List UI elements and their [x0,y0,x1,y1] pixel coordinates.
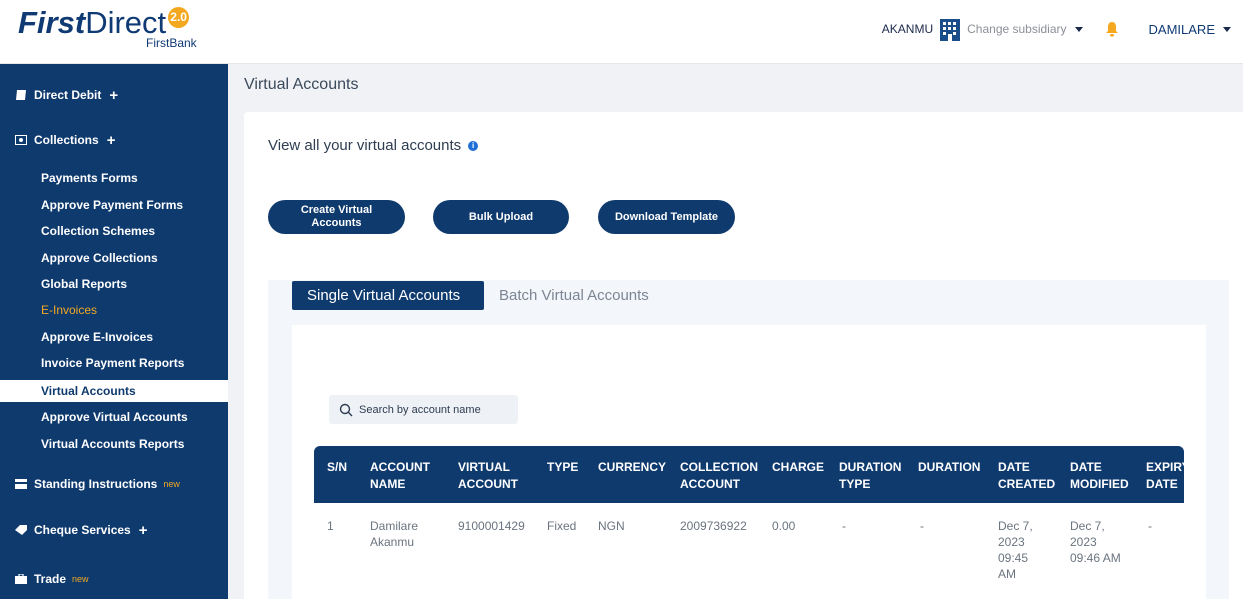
sidebar-item-e-invoices[interactable]: E-Invoices [0,299,228,321]
sidebar-group-trade[interactable]: Trade new [0,564,228,594]
tab-batch-virtual-accounts[interactable]: Batch Virtual Accounts [484,281,664,310]
cell-duration-type: - [842,519,846,533]
column-header-duration[interactable]: DURATION [918,459,980,476]
column-header-duration-type[interactable]: DURATION TYPE [839,459,901,493]
column-header-currency[interactable]: CURRENCY [598,459,666,476]
change-subsidiary-link[interactable]: Change subsidiary [967,22,1066,36]
sidebar-group-label: Collections [34,133,99,147]
logo-wordmark: FirstDirect 2.0 [18,6,198,40]
page-title: Virtual Accounts [244,76,359,93]
sidebar-item-approve-e-invoices[interactable]: Approve E-Invoices [0,326,228,348]
subtitle-text: View all your virtual accounts [268,137,462,154]
header-actions: AKANMU Change subsidiary DAMILARE [882,14,1243,44]
logo-subtitle: FirstBank [146,36,197,50]
tab-single-virtual-accounts[interactable]: Single Virtual Accounts [292,281,484,310]
column-header-date-modified[interactable]: DATE MODIFIED [1070,459,1129,493]
cash-icon [15,135,27,145]
card-icon [15,479,27,489]
building-icon [940,19,961,41]
sidebar-item-collection-schemes[interactable]: Collection Schemes [0,220,228,242]
new-badge: new [72,574,89,584]
column-header-date-created[interactable]: DATE CREATED [998,459,1055,493]
user-menu[interactable]: DAMILARE [1149,22,1215,37]
cell-currency: NGN [598,519,625,533]
subsidiary-name: AKANMU [881,22,934,36]
sidebar-group-label: Trade [34,572,67,586]
column-header-type[interactable]: TYPE [547,459,578,476]
sidebar-item-global-reports[interactable]: Global Reports [0,273,228,295]
search-icon [339,403,353,416]
column-header-collection-account[interactable]: COLLECTION ACCOUNT [680,459,758,493]
firstdirect-logo[interactable]: FirstDirect 2.0 FirstBank [18,6,198,58]
page-subtitle: View all your virtual accounts i [268,137,479,154]
expand-icon: + [109,86,119,104]
sidebar-group-label: Standing Instructions [34,477,158,491]
cell-date-created: Dec 7, 2023 09:45 AM [998,519,1033,581]
info-icon[interactable]: i [468,140,479,151]
sidebar-item-approve-payment-forms[interactable]: Approve Payment Forms [0,194,228,216]
create-virtual-accounts-button[interactable]: Create Virtual Accounts [268,200,405,234]
version-badge: 2.0 [168,7,190,28]
search-placeholder: Search by account name [359,403,481,416]
column-header-charge[interactable]: CHARGE [772,459,824,476]
expand-icon: + [106,131,116,149]
column-header-sn[interactable]: S/N [327,459,347,476]
cell-collection-account: 2009736922 [680,519,747,533]
cell-date-modified: Dec 7, 2023 09:46 AM [1070,519,1121,565]
sidebar-item-virtual-accounts-reports[interactable]: Virtual Accounts Reports [0,433,228,455]
sidebar-group-standing-instructions[interactable]: Standing Instructions new [0,469,228,499]
book-icon [16,90,26,100]
cell-expiry-date: - [1148,519,1152,533]
sidebar-item-invoice-payment-reports[interactable]: Invoice Payment Reports [0,352,228,374]
sidebar-item-payments-forms[interactable]: Payments Forms [0,167,228,189]
sidebar-item-approve-collections[interactable]: Approve Collections [0,247,228,269]
table-header: S/N ACCOUNT NAME VIRTUAL ACCOUNT TYPE CURR… [314,446,1184,503]
new-badge: new [163,479,180,489]
column-header-virtual-account[interactable]: VIRTUAL ACCOUNT [458,459,518,493]
cell-type: Fixed [547,519,577,533]
bell-icon[interactable] [1105,21,1119,37]
tag-icon [15,525,27,535]
sidebar-item-virtual-accounts[interactable]: Virtual Accounts [0,380,228,402]
cell-virtual-account: 9100001429 [458,519,525,533]
briefcase-icon [15,574,27,584]
create-button-label: Create Virtual Accounts [300,204,373,229]
top-header: FirstDirect 2.0 FirstBank AKANMU Change s… [0,0,1243,64]
column-header-expiry-date[interactable]: EXPIRYDATE [1146,459,1184,493]
column-header-account-name[interactable]: ACCOUNT NAME [370,459,430,493]
sidebar: Direct Debit + Collections + Payments Fo… [0,64,228,599]
sidebar-group-label: Direct Debit [34,88,102,102]
sidebar-group-label: Cheque Services [34,523,131,537]
sidebar-group-collections[interactable]: Collections + [0,125,228,155]
cell-account-name: Damilare Akanmu [370,519,419,549]
bulk-upload-button[interactable]: Bulk Upload [433,200,569,234]
chevron-down-icon[interactable] [1074,26,1083,32]
virtual-accounts-table: S/N ACCOUNT NAME VIRTUAL ACCOUNT TYPE CURR… [314,446,1184,599]
cell-sn: 1 [327,519,334,533]
download-template-button[interactable]: Download Template [598,200,735,234]
expand-icon: + [138,521,148,539]
sidebar-group-cheque-services[interactable]: Cheque Services + [0,515,228,545]
chevron-down-icon[interactable] [1223,26,1231,32]
cell-charge: 0.00 [772,519,796,533]
cell-duration: - [920,519,924,533]
sidebar-group-direct-debit[interactable]: Direct Debit + [0,80,228,110]
search-input[interactable]: Search by account name [329,395,518,424]
sidebar-item-approve-virtual-accounts[interactable]: Approve Virtual Accounts [0,406,228,428]
